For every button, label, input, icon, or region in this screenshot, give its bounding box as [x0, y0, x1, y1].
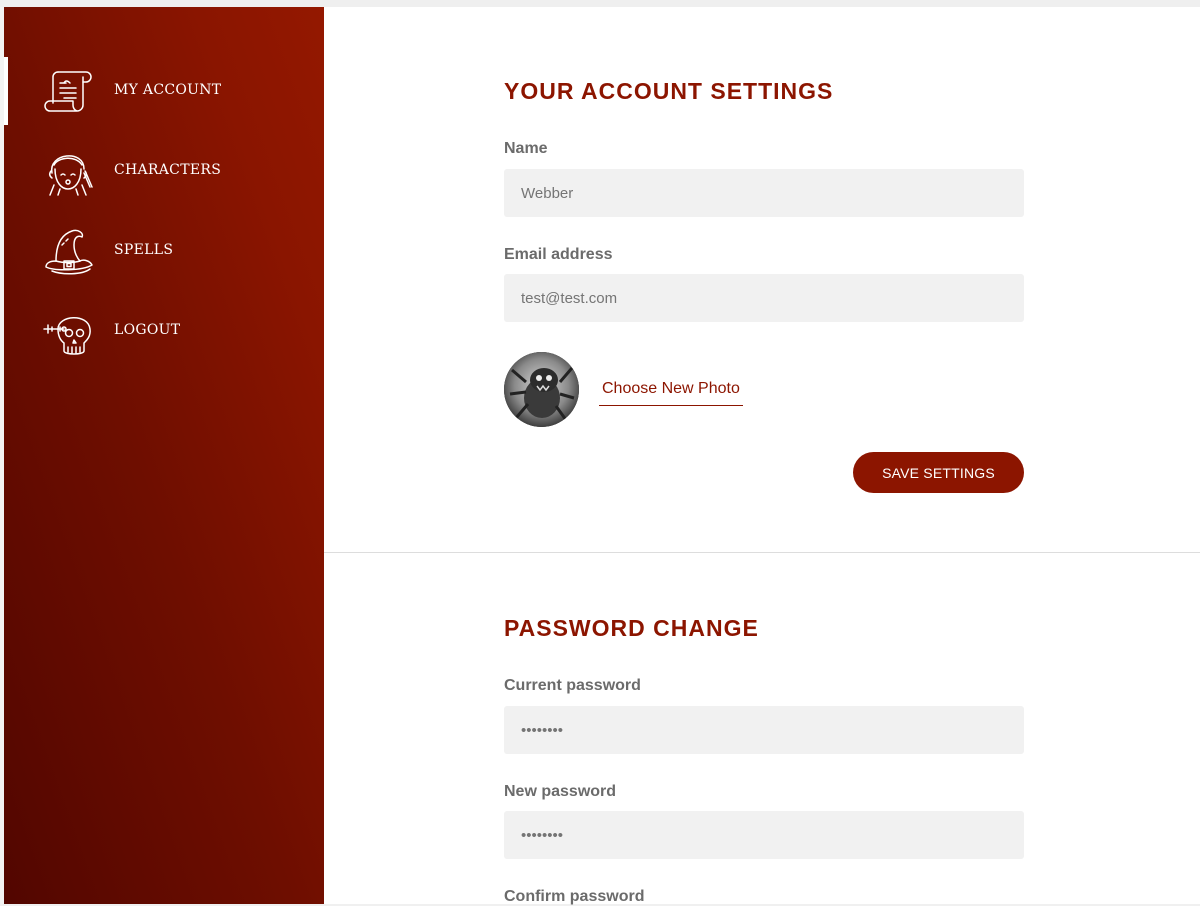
current-password-input[interactable]	[504, 706, 1024, 754]
email-label: Email address	[504, 246, 613, 263]
sidebar: MY ACCOUNT CHARACTERS SPELLS LOGOUT	[4, 7, 324, 904]
new-password-label: New password	[504, 783, 617, 800]
sidebar-item-spells[interactable]: SPELLS	[4, 217, 324, 285]
skull-key-icon	[40, 303, 96, 359]
section-divider	[324, 552, 1200, 553]
confirm-password-label: Confirm password	[504, 888, 645, 905]
sidebar-item-label: SPELLS	[114, 242, 174, 258]
new-password-input[interactable]	[504, 811, 1024, 859]
sidebar-item-characters[interactable]: CHARACTERS	[4, 137, 324, 205]
sidebar-item-my-account[interactable]: MY ACCOUNT	[4, 57, 324, 125]
main-content: YOUR ACCOUNT SETTINGS Name Email address…	[324, 7, 1200, 905]
save-settings-button[interactable]: SAVE SETTINGS	[853, 452, 1024, 493]
email-input[interactable]	[504, 274, 1024, 322]
name-label: Name	[504, 140, 548, 157]
character-icon	[40, 143, 96, 199]
sidebar-item-label: CHARACTERS	[114, 162, 222, 178]
avatar	[504, 352, 579, 427]
active-indicator	[4, 57, 8, 125]
sidebar-item-logout[interactable]: LOGOUT	[4, 297, 324, 365]
sidebar-item-label: LOGOUT	[114, 322, 181, 338]
name-input[interactable]	[504, 169, 1024, 217]
top-strip	[0, 0, 1200, 7]
sidebar-item-label: MY ACCOUNT	[114, 82, 222, 98]
wizard-hat-icon	[40, 223, 96, 279]
choose-photo-link[interactable]: Choose New Photo	[599, 380, 743, 406]
current-password-label: Current password	[504, 677, 641, 694]
account-settings-title: YOUR ACCOUNT SETTINGS	[504, 78, 834, 104]
scroll-icon	[40, 63, 96, 119]
password-change-title: PASSWORD CHANGE	[504, 615, 759, 641]
